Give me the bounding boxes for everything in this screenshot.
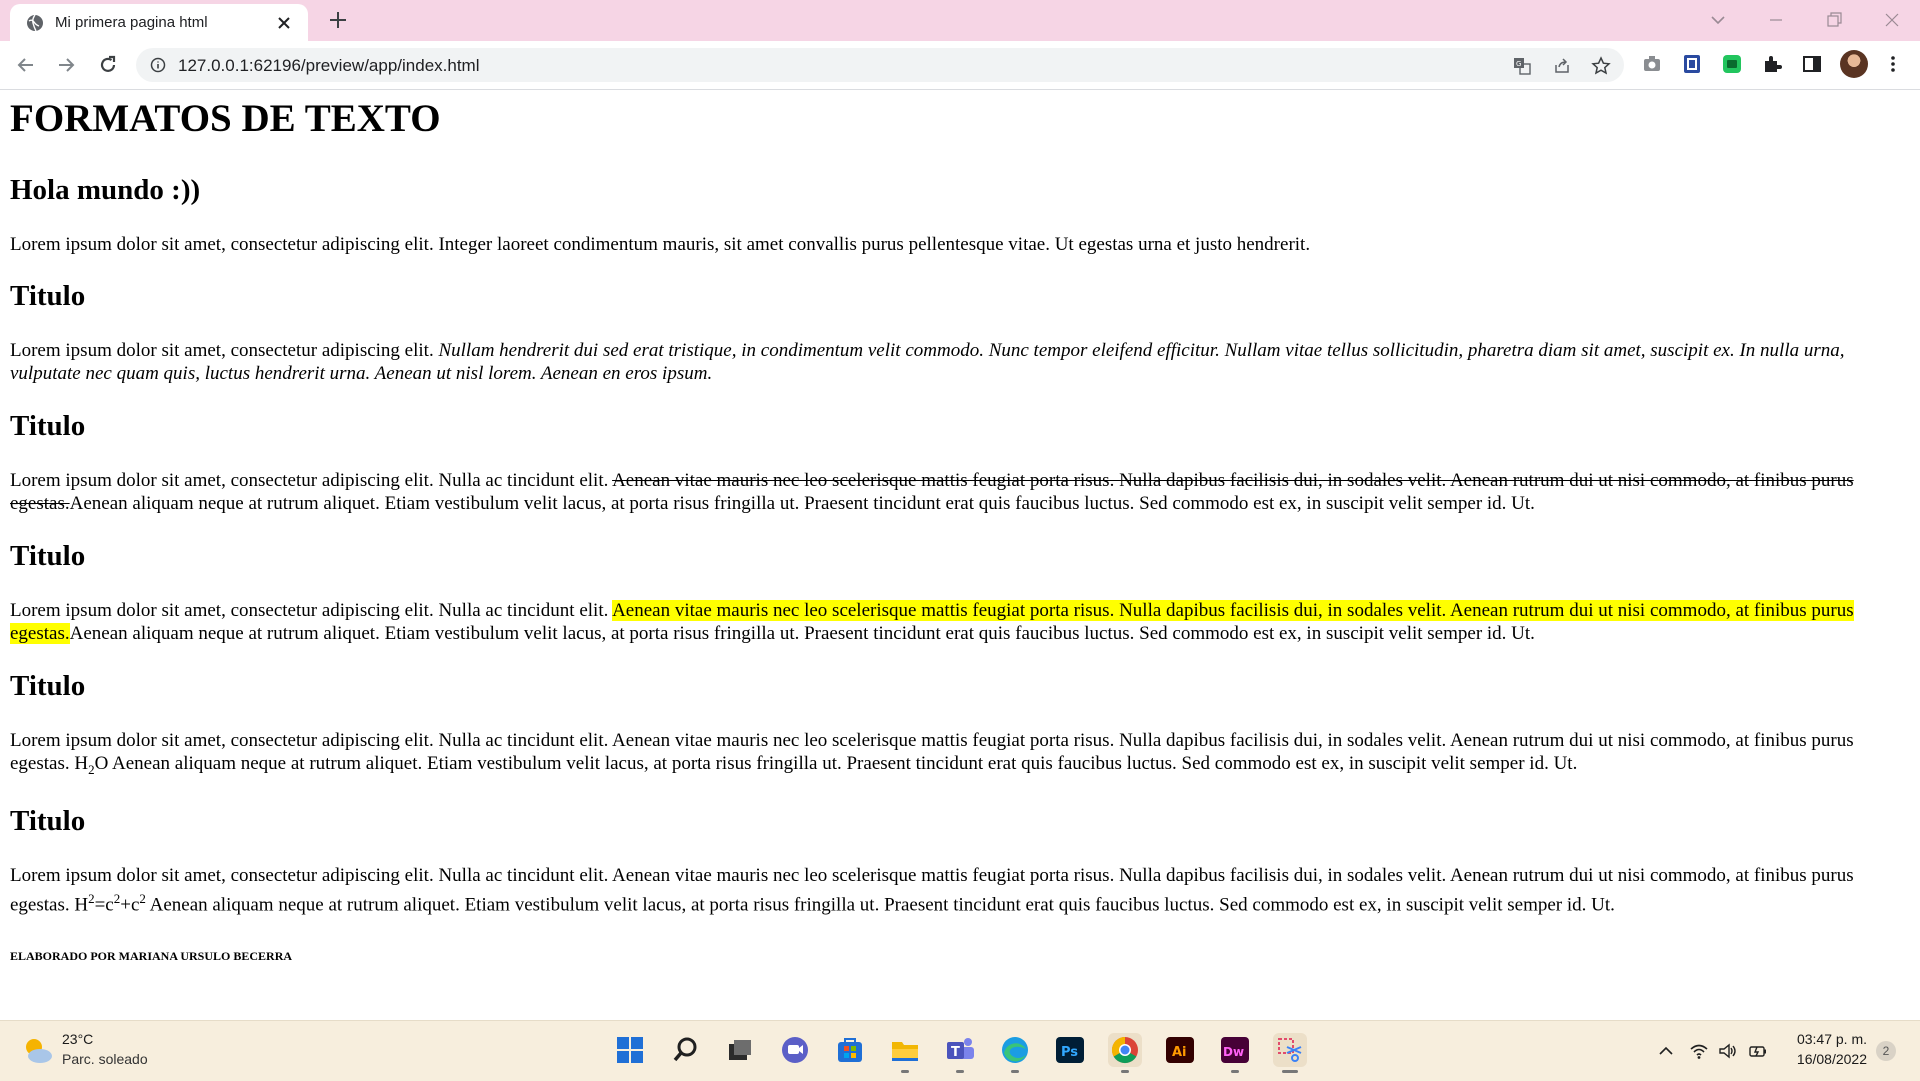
chat-icon[interactable] [778, 1033, 812, 1067]
start-icon[interactable] [613, 1033, 647, 1067]
author-footer: ELABORADO POR MARIANA URSULO BECERRA [10, 949, 293, 963]
minimize-icon[interactable] [1764, 8, 1788, 32]
text-plain: =c [94, 894, 114, 916]
back-icon[interactable] [14, 53, 38, 77]
close-window-icon[interactable] [1880, 8, 1904, 32]
running-indicator [1231, 1070, 1239, 1073]
photoshop-icon[interactable]: Ps [1053, 1033, 1087, 1067]
dreamweaver-icon[interactable]: Dw [1218, 1033, 1252, 1067]
section-title: Titulo [10, 540, 86, 572]
task-view-icon[interactable] [723, 1033, 757, 1067]
text-plain: Aenean aliquam neque at rutrum aliquet. … [69, 623, 1535, 644]
paragraph-italic: Lorem ipsum dolor sit amet, consectetur … [10, 339, 1905, 385]
reload-icon[interactable] [96, 53, 120, 77]
weather-partly-sunny-icon[interactable] [22, 1035, 54, 1065]
running-indicator [1121, 1070, 1129, 1073]
running-indicator [1011, 1070, 1019, 1073]
text-plain: Aenean aliquam neque at rutrum aliquet. … [145, 894, 1615, 916]
snipping-tool-icon[interactable] [1273, 1033, 1307, 1067]
section-title: Titulo [10, 805, 86, 837]
tab-strip: Mi primera pagina html [0, 0, 1920, 41]
clock-time[interactable]: 03:47 p. m. [1791, 1031, 1867, 1047]
forward-icon[interactable] [54, 53, 78, 77]
url-text[interactable]: 127.0.0.1:62196/preview/app/index.html [178, 56, 479, 76]
svg-text:Ai: Ai [1172, 1045, 1187, 1060]
illustrator-icon[interactable]: Ai [1163, 1033, 1197, 1067]
tab-title: Mi primera pagina html [55, 14, 208, 31]
paragraph-plain: Lorem ipsum dolor sit amet, consectetur … [10, 234, 1311, 255]
edge-icon[interactable] [998, 1033, 1032, 1067]
running-indicator [1282, 1070, 1298, 1073]
new-tab-icon[interactable] [327, 9, 349, 31]
bookmark-star-icon[interactable] [1591, 56, 1611, 76]
section-title: Titulo [10, 670, 86, 702]
clock-date[interactable]: 16/08/2022 [1791, 1051, 1867, 1067]
store-icon[interactable] [833, 1033, 867, 1067]
close-tab-icon[interactable] [274, 13, 294, 33]
text-plain: +c [120, 894, 140, 916]
paragraph-superscript: Lorem ipsum dolor sit amet, consectetur … [10, 864, 1905, 916]
weather-description[interactable]: Parc. soleado [62, 1051, 148, 1067]
page-content: FORMATOS DE TEXTO Hola mundo :)) Lorem i… [0, 90, 1920, 1020]
side-panel-icon[interactable] [1801, 53, 1823, 75]
text-plain: Aenean aliquam neque at rutrum aliquet. … [69, 493, 1535, 514]
chrome-icon[interactable] [1108, 1033, 1142, 1067]
search-icon[interactable] [669, 1033, 703, 1067]
svg-text:Ps: Ps [1061, 1045, 1078, 1060]
paragraph-subscript: Lorem ipsum dolor sit amet, consectetur … [10, 729, 1905, 781]
extensions-puzzle-icon[interactable] [1761, 53, 1783, 75]
running-indicator [901, 1070, 909, 1073]
translate-icon[interactable]: G [1512, 56, 1532, 76]
reader-extension-icon[interactable] [1681, 53, 1703, 75]
green-extension-icon[interactable] [1721, 53, 1743, 75]
page-heading: FORMATOS DE TEXTO [10, 97, 441, 140]
site-info-icon[interactable] [150, 57, 166, 73]
camera-extension-icon[interactable] [1641, 53, 1663, 75]
svg-text:T: T [951, 1045, 960, 1060]
text-plain: O Aenean aliquam neque at rutrum aliquet… [94, 753, 1578, 774]
paragraph-highlight: Lorem ipsum dolor sit amet, consectetur … [10, 599, 1905, 645]
text-plain: Lorem ipsum dolor sit amet, consectetur … [10, 470, 613, 491]
battery-charging-icon[interactable] [1748, 1041, 1768, 1061]
section-title: Titulo [10, 280, 86, 312]
notification-badge[interactable]: 2 [1876, 1041, 1896, 1061]
teams-icon[interactable]: T [943, 1033, 977, 1067]
browser-toolbar: 127.0.0.1:62196/preview/app/index.html G [0, 41, 1920, 90]
file-explorer-icon[interactable] [888, 1033, 922, 1067]
text-plain: Lorem ipsum dolor sit amet, consectetur … [10, 600, 613, 621]
chevron-up-icon[interactable] [1656, 1041, 1676, 1061]
text-plain: Lorem ipsum dolor sit amet, consectetur … [10, 340, 439, 361]
hello-heading: Hola mundo :)) [10, 174, 201, 206]
volume-icon[interactable] [1718, 1041, 1738, 1061]
globe-icon [27, 14, 43, 32]
svg-text:Dw: Dw [1223, 1045, 1244, 1059]
svg-text:G: G [1516, 60, 1521, 68]
paragraph-strikethrough: Lorem ipsum dolor sit amet, consectetur … [10, 469, 1905, 515]
share-icon[interactable] [1552, 56, 1572, 76]
taskbar: 23°C Parc. soleado T Ps Ai Dw 03:47 p. m… [0, 1020, 1920, 1081]
tab-search-icon[interactable] [1706, 8, 1730, 32]
weather-temperature[interactable]: 23°C [62, 1031, 93, 1047]
section-title: Titulo [10, 410, 86, 442]
running-indicator [956, 1070, 964, 1073]
more-menu-icon[interactable] [1882, 53, 1904, 75]
profile-avatar[interactable] [1840, 50, 1868, 78]
wifi-icon[interactable] [1689, 1041, 1709, 1061]
browser-tab-active[interactable]: Mi primera pagina html [10, 4, 308, 41]
address-bar[interactable]: 127.0.0.1:62196/preview/app/index.html G [136, 48, 1624, 82]
restore-icon[interactable] [1822, 8, 1846, 32]
